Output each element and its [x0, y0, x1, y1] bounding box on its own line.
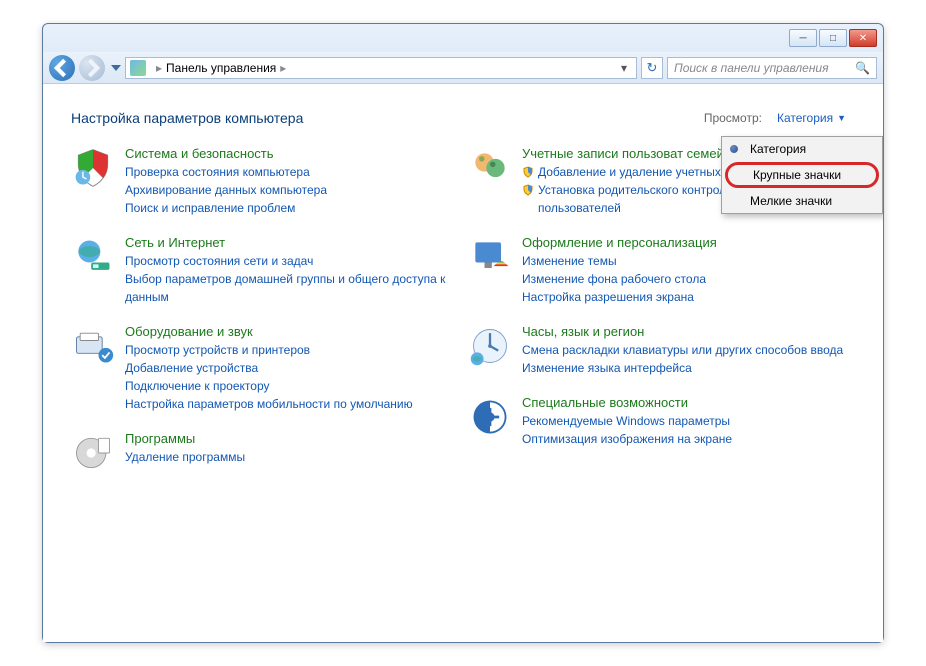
- control-panel-icon: [130, 60, 146, 76]
- maximize-button[interactable]: □: [819, 29, 847, 47]
- category-link[interactable]: Проверка состояния компьютера: [125, 163, 458, 181]
- search-icon: 🔍: [855, 61, 870, 75]
- left-column: Система и безопасность Проверка состояния…: [71, 146, 458, 475]
- category-icon: [468, 235, 512, 279]
- minimize-button[interactable]: ─: [789, 29, 817, 47]
- category-title[interactable]: Сеть и Интернет: [125, 235, 458, 250]
- arrow-left-icon: [49, 55, 75, 81]
- category-title[interactable]: Система и безопасность: [125, 146, 458, 161]
- category-icon: [468, 324, 512, 368]
- category-icon: [71, 431, 115, 475]
- search-input[interactable]: Поиск в панели управления 🔍: [667, 57, 877, 79]
- category-block: Оборудование и звук Просмотр устройств и …: [71, 324, 458, 413]
- category-link[interactable]: Настройка разрешения экрана: [522, 288, 855, 306]
- category-icon: [71, 235, 115, 279]
- address-bar[interactable]: ▸ Панель управления ▸ ▾: [125, 57, 637, 79]
- view-menu-category[interactable]: Категория: [722, 137, 882, 161]
- category-link[interactable]: Изменение языка интерфейса: [522, 359, 855, 377]
- category-link[interactable]: Добавление устройства: [125, 359, 458, 377]
- category-link[interactable]: Выбор параметров домашней группы и общег…: [125, 270, 458, 306]
- category-block: Программы Удаление программы: [71, 431, 458, 475]
- category-title[interactable]: Оборудование и звук: [125, 324, 458, 339]
- view-switch: Просмотр: Категория ▼: [704, 108, 855, 128]
- address-dropdown-icon[interactable]: ▾: [616, 61, 632, 75]
- category-link[interactable]: Поиск и исправление проблем: [125, 199, 458, 217]
- category-block: Оформление и персонализация Изменение тем…: [468, 235, 855, 306]
- category-link[interactable]: Изменение темы: [522, 252, 855, 270]
- category-block: Часы, язык и регион Смена раскладки клави…: [468, 324, 855, 377]
- category-link[interactable]: Удаление программы: [125, 448, 458, 466]
- category-link[interactable]: Просмотр состояния сети и задач: [125, 252, 458, 270]
- category-block: Специальные возможности Рекомендуемые Win…: [468, 395, 855, 448]
- category-link[interactable]: Настройка параметров мобильности по умол…: [125, 395, 458, 413]
- breadcrumb-sep: ▸: [280, 61, 286, 75]
- category-block: Сеть и Интернет Просмотр состояния сети и…: [71, 235, 458, 306]
- category-block: Система и безопасность Проверка состояния…: [71, 146, 458, 217]
- titlebar: ─ □ ✕: [43, 24, 883, 52]
- category-title[interactable]: Программы: [125, 431, 458, 446]
- category-link[interactable]: Оптимизация изображения на экране: [522, 430, 855, 448]
- content-header: Настройка параметров компьютера Просмотр…: [71, 108, 855, 128]
- arrow-right-icon: [79, 55, 105, 81]
- refresh-button[interactable]: ↻: [641, 57, 663, 79]
- category-icon: [468, 146, 512, 190]
- search-placeholder: Поиск в панели управления: [674, 61, 829, 75]
- view-current: Категория: [777, 111, 833, 125]
- category-link[interactable]: Смена раскладки клавиатуры или других сп…: [522, 341, 855, 359]
- back-button[interactable]: [49, 55, 75, 81]
- view-menu-small-icons[interactable]: Мелкие значки: [722, 189, 882, 213]
- navbar: ▸ Панель управления ▸ ▾ ↻ Поиск в панели…: [43, 52, 883, 84]
- category-link[interactable]: Изменение фона рабочего стола: [522, 270, 855, 288]
- category-link[interactable]: Просмотр устройств и принтеров: [125, 341, 458, 359]
- view-menu: Категория Крупные значки Мелкие значки: [721, 136, 883, 214]
- view-dropdown[interactable]: Категория ▼: [768, 108, 855, 128]
- view-label: Просмотр:: [704, 111, 762, 125]
- shield-icon: [522, 165, 534, 177]
- chevron-down-icon: ▼: [837, 113, 846, 123]
- category-link[interactable]: Подключение к проектору: [125, 377, 458, 395]
- breadcrumb-sep: ▸: [156, 61, 162, 75]
- close-button[interactable]: ✕: [849, 29, 877, 47]
- category-link[interactable]: Архивирование данных компьютера: [125, 181, 458, 199]
- category-title[interactable]: Специальные возможности: [522, 395, 855, 410]
- control-panel-window: ─ □ ✕ ▸ Панель управления ▸ ▾ ↻ Поиск в …: [42, 23, 884, 643]
- view-menu-large-icons[interactable]: Крупные значки: [725, 162, 879, 188]
- page-title: Настройка параметров компьютера: [71, 110, 303, 126]
- breadcrumb-root[interactable]: Панель управления: [166, 61, 276, 75]
- forward-button[interactable]: [79, 55, 105, 81]
- category-icon: [468, 395, 512, 439]
- category-title[interactable]: Часы, язык и регион: [522, 324, 855, 339]
- category-title[interactable]: Оформление и персонализация: [522, 235, 855, 250]
- category-icon: [71, 324, 115, 368]
- content-area: Настройка параметров компьютера Просмотр…: [43, 84, 883, 642]
- shield-icon: [522, 183, 534, 195]
- nav-history-dropdown[interactable]: [111, 65, 121, 71]
- category-link[interactable]: Рекомендуемые Windows параметры: [522, 412, 855, 430]
- category-icon: [71, 146, 115, 190]
